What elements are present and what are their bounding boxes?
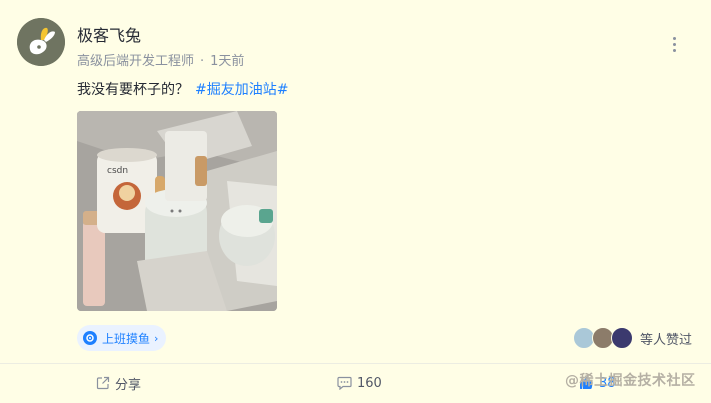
post-content[interactable]: 我没有要杯子的？ #掘友加油站# (77, 79, 288, 99)
watermark: @稀土掘金技术社区 (565, 373, 696, 389)
circle-tag-label: 上班摸鱼 (102, 331, 151, 346)
topic-link[interactable]: #掘友加油站# (195, 82, 288, 98)
cups-photo: csdn (77, 111, 277, 311)
post-text: 我没有要杯子的？ (77, 82, 189, 98)
author-title: 高级后端开发工程师 (77, 54, 195, 69)
post-image[interactable]: csdn (77, 111, 277, 311)
more-options-button[interactable] (664, 34, 684, 54)
share-button[interactable]: 分享 (96, 373, 141, 393)
likes-summary: 等人赞过 (640, 332, 693, 348)
comment-icon (337, 376, 352, 390)
circle-tag-icon (83, 331, 97, 345)
share-icon (96, 376, 110, 390)
author-avatar[interactable] (17, 18, 65, 66)
pin-card: 极客飞兔 高级后端开发工程师 · 1天前 我没有要杯子的？ #掘友加油站# cs… (0, 0, 711, 403)
comment-count: 160 (357, 375, 382, 391)
comment-button[interactable]: 160 (337, 373, 382, 393)
author-meta: 高级后端开发工程师 · 1天前 (77, 50, 244, 69)
more-vertical-icon (672, 36, 676, 52)
liked-by[interactable]: 等人赞过 (573, 327, 692, 349)
avatar (611, 327, 633, 349)
post-time[interactable]: 1天前 (210, 54, 244, 69)
share-label: 分享 (115, 377, 142, 393)
svg-text:csdn: csdn (107, 166, 128, 176)
rabbit-logo-icon (17, 18, 65, 66)
meta-separator: · (200, 54, 205, 69)
chevron-right-icon: › (154, 331, 159, 345)
author-name[interactable]: 极客飞兔 (77, 22, 141, 46)
action-divider (0, 363, 711, 364)
circle-tag[interactable]: 上班摸鱼 › (77, 325, 167, 351)
